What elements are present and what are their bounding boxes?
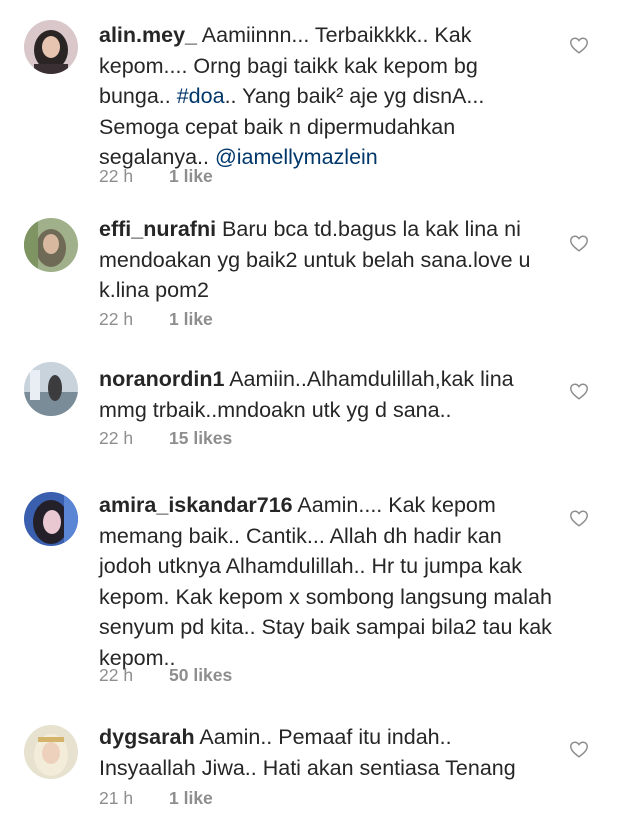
comment-time: 21 h [99,788,134,808]
comment-username[interactable]: amira_iskandar716 [99,493,293,517]
comment-likes[interactable]: 15 likes [169,428,232,448]
avatar-photo [24,725,78,779]
comment-likes[interactable]: 1 like [169,166,213,186]
heart-outline-icon[interactable] [568,380,590,402]
avatar-photo [24,492,78,546]
comment-username[interactable]: dygsarah [99,725,195,749]
avatar-photo [24,218,78,272]
hashtag-link[interactable]: #doa [177,84,225,108]
comment-time: 22 h [99,309,134,329]
comment-time: 22 h [99,428,134,448]
comment-body: Aamin.... Kak kepom memang baik.. Cantik… [99,493,552,670]
comment-meta: 22 h 50 likes [99,665,232,686]
comment-likes[interactable]: 1 like [169,788,213,808]
comment-meta: 22 h 1 like [99,309,213,330]
comment-likes[interactable]: 1 like [169,309,213,329]
comment-username[interactable]: alin.mey_ [99,23,197,47]
comment-meta: 21 h 1 like [99,788,213,809]
avatar[interactable] [24,492,78,546]
comment-time: 22 h [99,166,134,186]
comment-time: 22 h [99,665,134,685]
heart-outline-icon[interactable] [568,232,590,254]
comment-meta: 22 h 15 likes [99,428,232,449]
heart-outline-icon[interactable] [568,34,590,56]
comment-likes[interactable]: 50 likes [169,665,232,685]
heart-outline-icon[interactable] [568,507,590,529]
avatar[interactable] [24,20,78,74]
heart-outline-icon[interactable] [568,738,590,760]
comment-text: noranordin1 Aamiin..Alhamdulillah,kak li… [99,364,554,425]
avatar-photo [24,362,78,416]
comment-text: amira_iskandar716 Aamin.... Kak kepom me… [99,490,554,673]
avatar[interactable] [24,218,78,272]
comment-username[interactable]: effi_nurafni [99,217,216,241]
comment-username[interactable]: noranordin1 [99,367,224,391]
avatar-photo [24,20,78,74]
mention-link[interactable]: @iamellymazlein [215,145,378,169]
avatar[interactable] [24,725,78,779]
avatar[interactable] [24,362,78,416]
comment-text: alin.mey_ Aamiinnn... Terbaikkkk.. Kak k… [99,20,554,173]
comment-meta: 22 h 1 like [99,166,213,187]
comment-text: dygsarah Aamin.. Pemaaf itu indah.. Insy… [99,722,554,783]
comment-text: effi_nurafni Baru bca td.bagus la kak li… [99,214,554,306]
